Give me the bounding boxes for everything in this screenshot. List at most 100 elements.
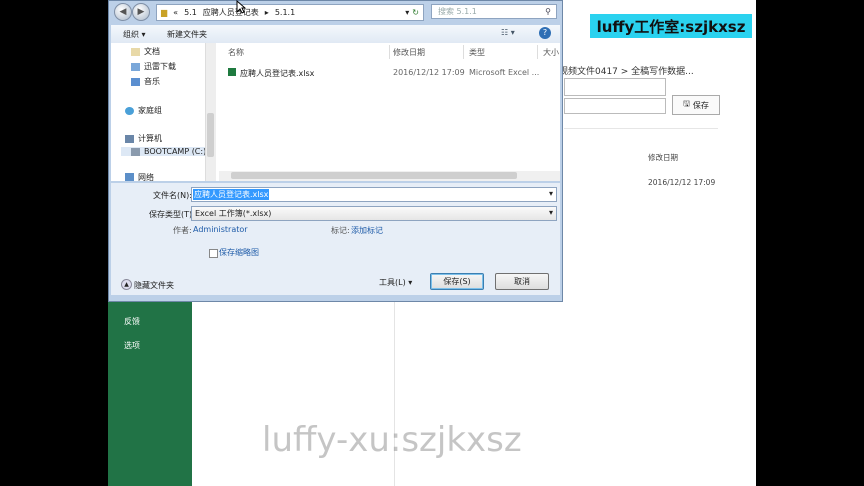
sidebar-item-homegroup[interactable]: 家庭组 <box>125 105 162 116</box>
music-icon <box>131 77 140 86</box>
cancel-button[interactable]: 取消 <box>495 273 549 290</box>
sidebar-item-documents[interactable]: 文档 <box>131 46 160 57</box>
new-folder-button[interactable]: 新建文件夹 <box>167 29 207 40</box>
column-header-size[interactable]: 大小 <box>543 47 559 58</box>
file-type: Microsoft Excel ... <box>469 68 540 77</box>
help-icon[interactable]: ? <box>539 27 551 39</box>
save-button[interactable]: 保存(S) <box>430 273 484 290</box>
save-label: 保存 <box>692 100 709 110</box>
breadcrumb-seg[interactable]: 5.1 <box>184 8 197 17</box>
tools-menu[interactable]: 工具(L) ▾ <box>379 277 412 288</box>
nav-bar: ◀ ▶ ▆ « 5.1 应聘人员登记表 ▸ 5.1.1 ▾ ↻ 搜索 5.1.1… <box>109 1 562 23</box>
network-icon <box>125 173 134 181</box>
sidebar-label: 迅雷下载 <box>144 62 176 71</box>
view-icon[interactable]: ☷ ▾ <box>501 28 515 37</box>
thumbnail-label[interactable]: 保存缩略图 <box>219 247 259 258</box>
dropdown-icon[interactable]: ▾ <box>405 8 409 17</box>
file-date: 2016/12/12 17:09 <box>648 178 716 187</box>
folder-icon: ▆ <box>161 8 168 17</box>
filetype-label: 保存类型(T): <box>149 210 195 219</box>
brand-banner: luffy工作室:szjkxsz <box>590 14 752 38</box>
excel-file-icon <box>228 67 236 76</box>
author-value[interactable]: Administrator <box>193 225 248 234</box>
refresh-icon[interactable]: ↻ <box>412 8 419 17</box>
column-header-modified[interactable]: 修改日期 <box>393 47 425 58</box>
scroll-thumb[interactable] <box>207 113 214 157</box>
filename-field-bg[interactable] <box>564 78 666 96</box>
documents-icon <box>131 47 140 56</box>
save-form: 文件名(N): 应聘人员登记表.xlsx ▾ 保存类型(T): Excel 工作… <box>111 183 560 295</box>
forward-arrow-icon: ▶ <box>137 7 145 17</box>
watermark: luffy-xu:szjkxsz <box>262 420 522 460</box>
filename-input[interactable]: 应聘人员登记表.xlsx ▾ <box>191 187 557 202</box>
cancel-label: 取消 <box>514 277 530 286</box>
column-header-name[interactable]: 名称 <box>228 47 244 58</box>
sidebar-label: 文档 <box>144 47 160 56</box>
file-modified: 2016/12/12 17:09 <box>393 68 465 77</box>
breadcrumb-chevron-icon: ▸ <box>264 8 269 17</box>
forward-button[interactable]: ▶ <box>132 3 150 21</box>
search-input[interactable]: 搜索 5.1.1 ⚲ <box>431 4 557 19</box>
author-label: 作者: <box>173 226 192 235</box>
sidebar-label: 音乐 <box>144 77 160 86</box>
sidebar-label: 网络 <box>138 173 154 181</box>
filetype-select[interactable]: Excel 工作簿(*.xlsx) ▾ <box>191 206 557 221</box>
sidebar-label: 家庭组 <box>138 106 162 115</box>
filename-label: 文件名(N): <box>153 191 192 200</box>
sidebar-scrollbar[interactable] <box>205 43 216 181</box>
dropdown-icon: ▾ <box>408 278 413 287</box>
file-name: 应聘人员登记表.xlsx <box>240 69 315 78</box>
toolbar: 组织 ▾ 新建文件夹 ☷ ▾ ? <box>111 25 560 44</box>
sidebar-item-network[interactable]: 网络 <box>125 173 154 181</box>
nav-pane: 文档 迅雷下载 音乐 家庭组 计算机 BOOTCAMP (C:) 网络 <box>111 43 219 181</box>
tools-label: 工具(L) <box>379 278 406 287</box>
file-list: 名称 修改日期 类型 大小 应聘人员登记表.xlsx 2016/12/12 17… <box>219 43 560 171</box>
hide-folders-button[interactable]: 隐藏文件夹 <box>134 280 174 291</box>
nav-feedback[interactable]: 反馈 <box>124 316 140 327</box>
sidebar-item-computer[interactable]: 计算机 <box>125 133 162 144</box>
organize-button[interactable]: 组织 ▾ <box>123 29 146 40</box>
breadcrumb[interactable]: 全视频文件0417 > 全稿写作数据... <box>550 64 694 77</box>
tags-value[interactable]: 添加标记 <box>351 225 383 236</box>
nav-options[interactable]: 选项 <box>124 340 140 351</box>
sidebar-item-downloads[interactable]: 迅雷下载 <box>131 61 176 72</box>
save-button-bg[interactable]: 🖫 保存 <box>672 95 720 115</box>
column-header-type[interactable]: 类型 <box>469 47 485 58</box>
divider <box>564 128 718 129</box>
drive-icon <box>131 147 140 156</box>
column-header-modified[interactable]: 修改日期 <box>648 152 678 163</box>
column-separator <box>537 45 538 59</box>
dropdown-icon[interactable]: ▾ <box>549 208 553 217</box>
sidebar-label: BOOTCAMP (C:) <box>144 147 207 156</box>
sidebar-item-music[interactable]: 音乐 <box>131 76 160 87</box>
breadcrumb-seg[interactable]: 5.1.1 <box>275 8 295 17</box>
column-separator <box>463 45 464 59</box>
computer-icon <box>125 134 134 143</box>
back-arrow-icon: ◀ <box>119 7 127 17</box>
sidebar-item-drive-c[interactable]: BOOTCAMP (C:) <box>121 147 215 156</box>
scroll-thumb[interactable] <box>231 172 517 179</box>
save-as-dialog: ◀ ▶ ▆ « 5.1 应聘人员登记表 ▸ 5.1.1 ▾ ↻ 搜索 5.1.1… <box>108 0 563 302</box>
save-label: 保存(S) <box>443 277 471 286</box>
tags-label: 标记: <box>331 226 350 235</box>
mouse-cursor-icon <box>236 0 246 14</box>
search-icon[interactable]: ⚲ <box>545 7 551 16</box>
breadcrumb-chevron-icon: « <box>173 8 179 17</box>
collapse-icon[interactable]: ▲ <box>121 279 132 290</box>
download-icon <box>131 62 140 71</box>
address-bar[interactable]: ▆ « 5.1 应聘人员登记表 ▸ 5.1.1 ▾ ↻ <box>156 4 424 21</box>
column-separator <box>389 45 390 59</box>
sidebar-label: 计算机 <box>138 134 162 143</box>
filename-value: 应聘人员登记表.xlsx <box>193 189 270 200</box>
horizontal-scrollbar[interactable] <box>219 171 560 181</box>
back-button[interactable]: ◀ <box>114 3 132 21</box>
save-icon: 🖫 <box>683 99 690 108</box>
filetype-value: Excel 工作簿(*.xlsx) <box>195 209 272 218</box>
breadcrumb-seg[interactable]: 应聘人员登记表 <box>203 7 259 18</box>
homegroup-icon <box>125 106 134 115</box>
dropdown-icon[interactable]: ▾ <box>549 189 553 198</box>
search-placeholder: 搜索 5.1.1 <box>438 7 477 16</box>
file-row[interactable]: 应聘人员登记表.xlsx 2016/12/12 17:09 Microsoft … <box>228 67 558 79</box>
filetype-select-bg[interactable] <box>564 98 666 114</box>
thumbnail-checkbox[interactable] <box>209 249 218 258</box>
